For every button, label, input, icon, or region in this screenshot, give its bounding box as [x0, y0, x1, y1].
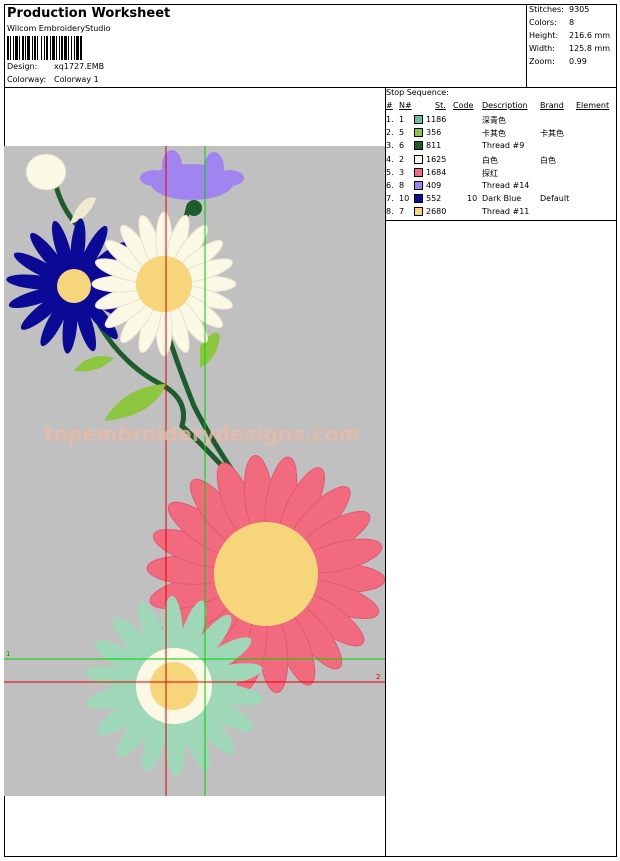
- row-index: 8.: [386, 207, 394, 217]
- color-swatch: [414, 167, 423, 177]
- col-header-description: Description: [482, 101, 528, 110]
- row-brand: 白色: [540, 155, 556, 165]
- embroidery-artwork: [4, 146, 385, 796]
- col-header-brand: Brand: [540, 101, 564, 110]
- row-index: 2.: [386, 128, 394, 138]
- row-stitch-count: 409: [426, 181, 442, 190]
- row-description: 白色: [482, 155, 498, 165]
- table-row: 5. 3 1684 探红: [385, 167, 617, 180]
- colorway-label: Colorway:: [7, 75, 47, 84]
- row-needle: 2: [399, 154, 405, 164]
- guide-marker-2: 2: [376, 673, 381, 681]
- row-needle: 6: [399, 141, 405, 151]
- col-header-element: Element: [576, 101, 610, 110]
- colorway-value: Colorway 1: [54, 75, 99, 84]
- design-canvas[interactable]: topembroiderydesigns.com 1 2: [4, 146, 385, 796]
- software-name: Wilcom EmbroideryStudio: [7, 24, 111, 33]
- row-stitch-count: 1625: [426, 154, 447, 164]
- row-description: Thread #11: [482, 207, 530, 217]
- stats-panel: Stitches: 9305 Colors: 8 Height: 216.6 mm W…: [526, 4, 617, 88]
- table-row: 3. 6 811 Thread #9: [385, 140, 617, 153]
- color-swatch: [414, 181, 423, 190]
- row-description: Dark Blue: [482, 194, 522, 204]
- stop-sequence-title: Stop Sequence:: [386, 88, 449, 97]
- col-header-st: St.: [435, 101, 446, 110]
- design-preview-panel: topembroiderydesigns.com 1 2: [4, 87, 386, 857]
- row-description: Thread #9: [482, 141, 525, 151]
- guide-marker-1: 1: [6, 650, 11, 658]
- color-swatch: [414, 207, 423, 217]
- row-brand: 卡其色: [540, 129, 564, 139]
- table-row: 2. 5 356 卡其色 卡其色: [385, 127, 617, 140]
- color-swatch: [414, 141, 423, 151]
- row-description: 探红: [482, 168, 498, 178]
- table-row: 1. 1 1186 深青色: [385, 114, 617, 127]
- row-index: 3.: [386, 141, 394, 151]
- row-needle: 8: [399, 181, 405, 190]
- row-stitch-count: 2680: [426, 207, 447, 217]
- stat-width: Width: 125.8 mm: [529, 44, 611, 53]
- page-title: Production Worksheet: [7, 6, 171, 21]
- table-row: 8. 7 2680 Thread #11: [385, 206, 617, 219]
- color-swatch: [414, 154, 423, 164]
- color-swatch: [414, 128, 423, 138]
- table-row: 6. 8 409 Thread #14: [385, 180, 617, 193]
- row-stitch-count: 356: [426, 128, 442, 138]
- table-row: 7. 10 552 10 Dark Blue Default: [385, 193, 617, 206]
- stat-height: Height: 216.6 mm: [529, 31, 611, 40]
- row-description: 深青色: [482, 116, 506, 125]
- stat-zoom: Zoom: 0.99: [529, 57, 587, 66]
- row-brand: Default: [540, 194, 570, 204]
- stop-sequence-panel: Stop Sequence: # N# St. Code Description…: [385, 87, 617, 221]
- col-header-n: N#: [399, 101, 412, 110]
- row-stitch-count: 552: [426, 194, 442, 204]
- row-needle: 3: [399, 167, 405, 177]
- col-header-index: #: [386, 101, 393, 110]
- design-label: Design:: [7, 62, 38, 71]
- row-stitch-count: 811: [426, 141, 442, 151]
- row-needle: 1: [399, 115, 405, 124]
- stat-stitches: Stitches: 9305: [529, 5, 590, 14]
- color-swatch: [414, 115, 423, 124]
- row-needle: 5: [399, 128, 405, 138]
- row-index: 1.: [386, 115, 394, 124]
- row-index: 4.: [386, 154, 394, 164]
- stat-colors: Colors: 8: [529, 18, 575, 27]
- row-index: 6.: [386, 181, 394, 190]
- row-description: Thread #14: [482, 181, 530, 190]
- row-index: 7.: [386, 194, 394, 204]
- row-needle: 7: [399, 207, 405, 217]
- flower-bud: [25, 153, 67, 191]
- row-code: 10: [467, 194, 478, 204]
- col-header-code: Code: [453, 101, 474, 110]
- barcode-image: [7, 36, 82, 60]
- watermark-text: topembroiderydesigns.com: [44, 422, 360, 446]
- design-filename: xq1727.EMB: [54, 62, 105, 71]
- row-description: 卡其色: [482, 129, 506, 139]
- row-stitch-count: 1684: [426, 167, 447, 177]
- row-index: 5.: [386, 167, 394, 177]
- row-stitch-count: 1186: [426, 115, 447, 124]
- table-row: 4. 2 1625 白色 白色: [385, 154, 617, 167]
- color-swatch: [414, 194, 423, 204]
- row-needle: 10: [399, 194, 410, 204]
- header-info-panel: Production Worksheet Wilcom EmbroiderySt…: [4, 4, 527, 88]
- purple-flower: [140, 150, 244, 216]
